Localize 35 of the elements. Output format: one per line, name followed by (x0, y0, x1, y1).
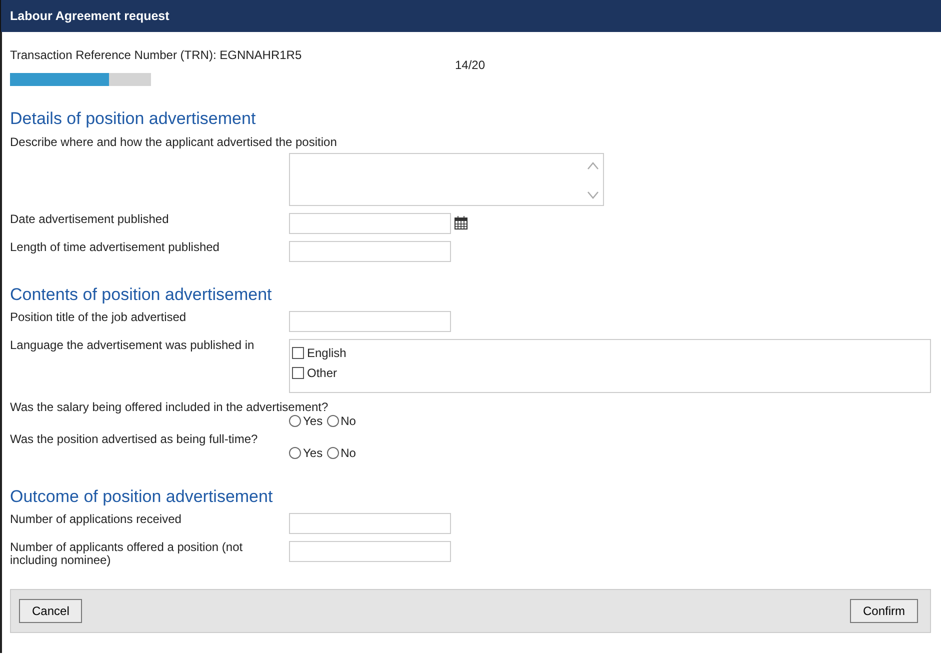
radio-button[interactable] (326, 415, 339, 427)
section-heading: Details of position advertisement (10, 109, 257, 129)
calendar-icon[interactable] (453, 215, 469, 231)
radio-button[interactable] (289, 415, 301, 427)
date-field[interactable] (289, 213, 451, 234)
section-heading: Contents of position advertisement (10, 285, 273, 305)
input-field[interactable] (289, 541, 451, 562)
field-label: Language the advertisement was published in (10, 339, 256, 352)
radio-button[interactable] (326, 447, 339, 459)
option-label: Yes (303, 446, 323, 460)
checkbox[interactable] (292, 367, 304, 379)
option-label: No (340, 414, 356, 428)
checkbox[interactable] (292, 347, 304, 359)
question-label: Was the salary being offered included in the advertisement? (10, 400, 330, 414)
field-label: Describe where and how the applicant advertised the position (10, 135, 338, 149)
question-label: Was the position advertised as being full-time? (10, 432, 259, 446)
radio-button[interactable] (289, 447, 301, 459)
cancel-button[interactable]: Cancel (19, 599, 82, 623)
field-label: Number of applications received (10, 513, 182, 526)
section-heading: Outcome of position advertisement (10, 487, 274, 507)
option-label: English (307, 346, 346, 360)
option-label: Yes (303, 414, 323, 428)
input-field[interactable] (289, 513, 451, 534)
trn-text: Transaction Reference Number (TRN): EGNNAHR1R5 (10, 48, 303, 64)
input-field[interactable] (289, 241, 451, 262)
window-title: Labour Agreement request (10, 9, 170, 23)
field-label: Position title of the job advertised (10, 311, 188, 324)
progress-count: 14/20 (455, 58, 486, 72)
field-label: Date advertisement published (10, 213, 170, 226)
confirm-button[interactable]: Confirm (850, 599, 918, 623)
option-label: No (340, 446, 356, 460)
field-label: Length of time advertisement published (10, 241, 220, 254)
input-field[interactable] (289, 311, 451, 332)
field-label: Number of applicants offered a position (not including nominee) (10, 541, 244, 567)
option-label: Other (307, 366, 338, 380)
